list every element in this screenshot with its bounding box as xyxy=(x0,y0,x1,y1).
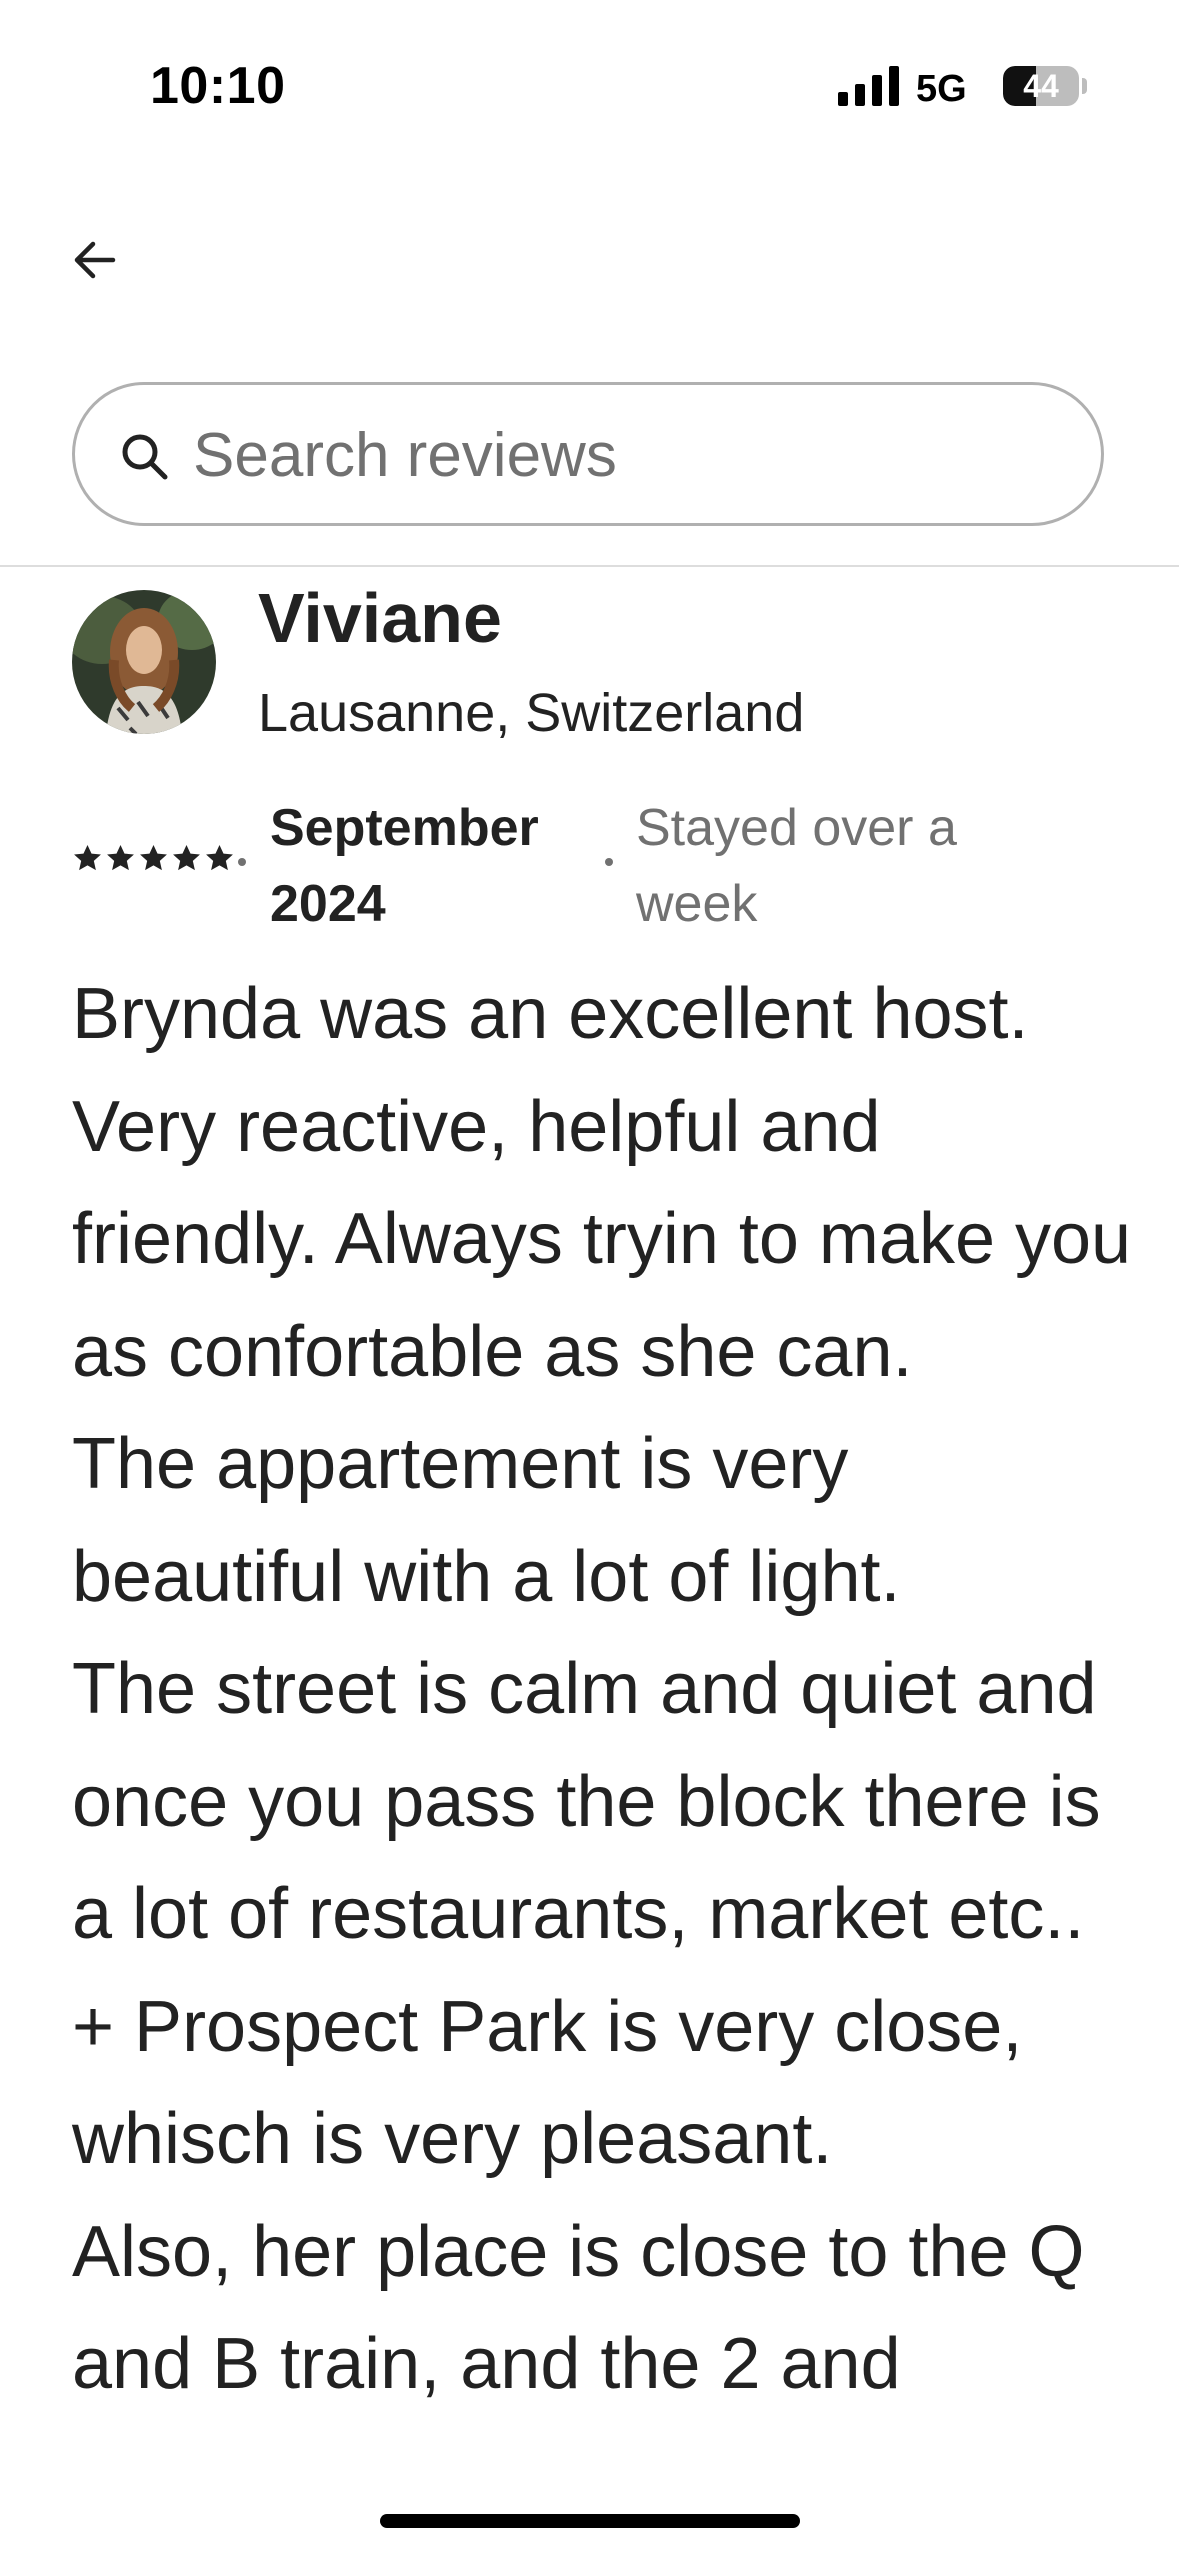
separator-dot xyxy=(605,858,613,866)
cellular-signal-icon xyxy=(838,66,899,106)
battery-level: 44 xyxy=(1023,68,1059,104)
status-time: 10:10 xyxy=(150,57,286,115)
star-icon xyxy=(173,844,200,871)
reviewer-location: Lausanne, Switzerland xyxy=(258,683,805,743)
battery-icon: 44 xyxy=(1003,66,1079,106)
star-icon xyxy=(74,844,101,871)
reviewer-name: Viviane xyxy=(258,579,502,657)
header-divider xyxy=(0,565,1179,567)
star-icon xyxy=(107,844,134,871)
stay-duration: Stayed over a week xyxy=(636,799,957,933)
arrow-left-icon xyxy=(74,241,116,279)
battery-cap xyxy=(1082,78,1087,94)
separator-dot xyxy=(238,858,246,866)
star-icon xyxy=(140,844,167,871)
back-button[interactable] xyxy=(60,225,130,295)
avatar[interactable] xyxy=(72,590,216,734)
network-type-label: 5G xyxy=(916,68,967,110)
status-bar: 10:10 5G 44 xyxy=(0,0,1179,150)
review-text: Brynda was an excellent host. Very react… xyxy=(72,974,1132,2404)
home-indicator[interactable] xyxy=(380,2514,800,2528)
review-date: September 2024 xyxy=(270,799,539,933)
search-icon xyxy=(122,434,168,480)
search-bar[interactable] xyxy=(72,382,1104,526)
star-icon xyxy=(206,844,233,871)
star-rating xyxy=(72,843,235,874)
search-input[interactable] xyxy=(193,415,1073,495)
